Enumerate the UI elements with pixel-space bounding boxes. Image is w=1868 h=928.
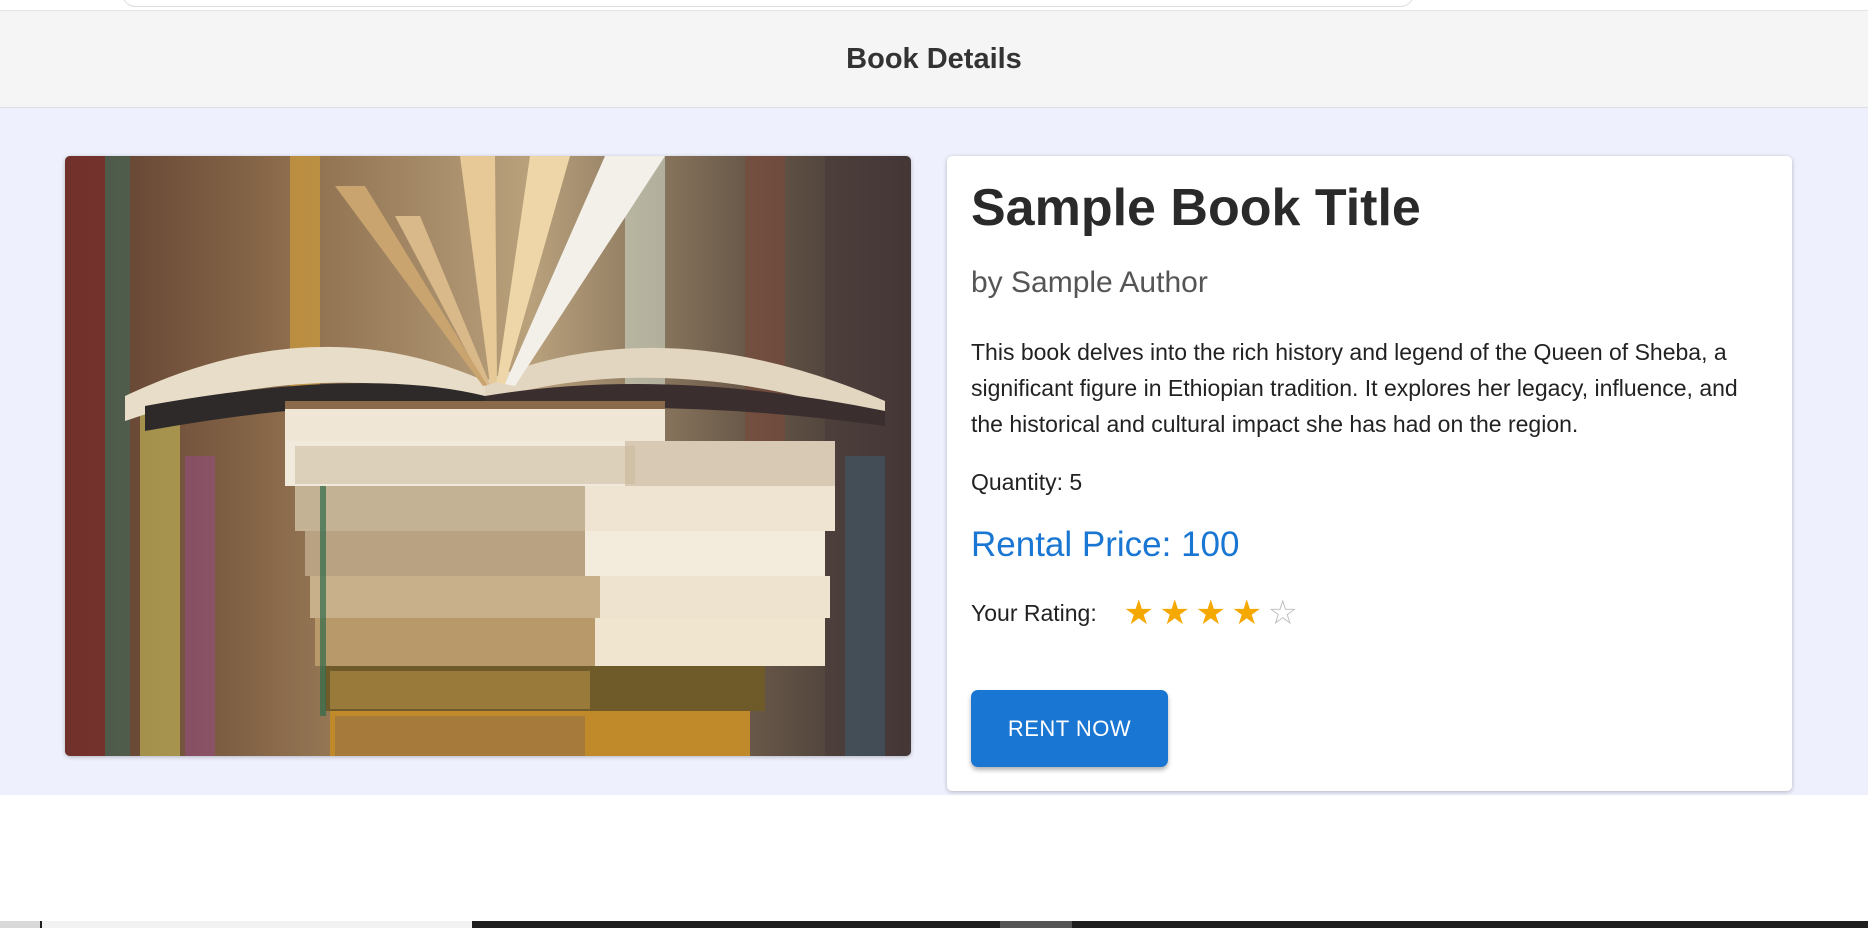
star-filled-icon[interactable]: ★ <box>1157 596 1193 630</box>
star-empty-icon[interactable]: ☆ <box>1265 596 1301 630</box>
rating-row: Your Rating: ★ ★ ★ ★ ☆ <box>971 596 1301 630</box>
book-details-section: Sample Book Title by Sample Author This … <box>0 108 1868 795</box>
search-bar-remnant[interactable] <box>122 0 1414 7</box>
rent-now-button[interactable]: RENT NOW <box>971 690 1168 767</box>
star-filled-icon[interactable]: ★ <box>1229 596 1265 630</box>
rental-price: Rental Price: 100 <box>971 525 1240 564</box>
taskbar-segment <box>42 921 472 928</box>
book-author: by Sample Author <box>971 266 1208 299</box>
book-cover-image <box>65 156 911 756</box>
book-description: This book delves into the rich history a… <box>971 339 1738 437</box>
star-filled-icon[interactable]: ★ <box>1193 596 1229 630</box>
star-filled-icon[interactable]: ★ <box>1121 596 1157 630</box>
book-title: Sample Book Title <box>971 179 1421 237</box>
rating-label: Your Rating: <box>971 599 1097 626</box>
taskbar-segment <box>0 921 40 928</box>
book-quantity: Quantity: 5 <box>971 469 1083 495</box>
taskbar-segment <box>1000 921 1072 928</box>
book-info-card: Sample Book Title by Sample Author This … <box>947 156 1792 791</box>
page-title: Book Details <box>846 42 1022 75</box>
page-header: Book Details <box>0 11 1868 108</box>
star-rating[interactable]: ★ ★ ★ ★ ☆ <box>1121 596 1301 630</box>
